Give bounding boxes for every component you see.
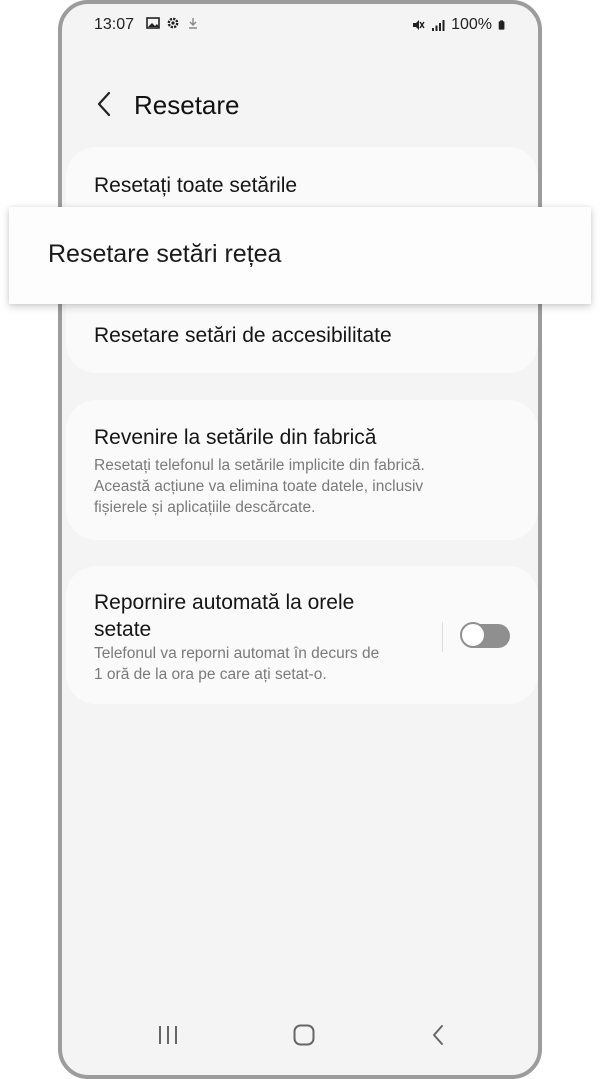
home-icon [293, 1024, 315, 1046]
factory-reset-description-line: Această acțiune va elimina toate datele,… [94, 478, 424, 495]
reset-network-settings-highlight[interactable]: Resetare setări rețea [9, 207, 591, 304]
auto-restart-toggle[interactable] [460, 622, 512, 650]
status-bar: 13:07 100% [62, 4, 538, 48]
auto-restart-title-line: Repornire automată la orele [94, 591, 355, 614]
auto-restart-description-line: 1 oră de la ora pe care ați setat-o. [94, 666, 327, 683]
chevron-left-icon [97, 91, 111, 117]
back-nav-icon [433, 1025, 443, 1045]
recent-apps-icon [159, 1026, 177, 1044]
battery-percent: 100% [451, 16, 492, 33]
auto-restart-description-line: Telefonul va reporni automat în decurs d… [94, 645, 380, 662]
auto-restart-title: Repornire automată la orele setate [94, 589, 354, 643]
auto-restart-card[interactable]: Repornire automată la orele setate Telef… [66, 566, 538, 704]
status-time: 13:07 [94, 16, 135, 33]
download-icon [189, 18, 197, 29]
gallery-icon [146, 17, 160, 29]
header: Resetare [62, 76, 538, 132]
reset-all-settings-item[interactable]: Resetați toate setările [94, 174, 297, 198]
factory-reset-description-line: Resetați telefonul la setările implicite… [94, 457, 425, 474]
back-button[interactable] [86, 86, 122, 122]
page-title: Resetare [134, 90, 240, 120]
factory-reset-description: Resetați telefonul la setările implicite… [94, 455, 425, 518]
settings-icon [167, 17, 179, 29]
signal-icon [432, 20, 445, 31]
factory-reset-title: Revenire la setările din fabrică [94, 426, 377, 449]
recent-apps-button[interactable] [148, 1015, 188, 1055]
navigation-bar [62, 999, 538, 1075]
auto-restart-description: Telefonul va reporni automat în decurs d… [94, 643, 379, 685]
battery-icon [498, 20, 505, 30]
mute-icon [413, 20, 425, 30]
auto-restart-title-line: setate [94, 618, 152, 641]
back-nav-button[interactable] [418, 1015, 458, 1055]
phone-frame: 13:07 100% Resetare Resetați toate setăr… [58, 0, 542, 1079]
reset-network-settings-label: Resetare setări rețea [48, 240, 282, 268]
factory-reset-description-line: fișierele și aplicațiile descărcate. [94, 499, 316, 516]
factory-reset-card[interactable]: Revenire la setările din fabrică Resetaț… [66, 400, 538, 540]
toggle-divider [442, 622, 443, 652]
toggle-knob [460, 622, 486, 648]
home-button[interactable] [284, 1015, 324, 1055]
status-icons-left [146, 16, 200, 30]
status-icons-right: 100% [411, 16, 508, 34]
reset-accessibility-settings-item[interactable]: Resetare setări de accesibilitate [94, 324, 392, 348]
